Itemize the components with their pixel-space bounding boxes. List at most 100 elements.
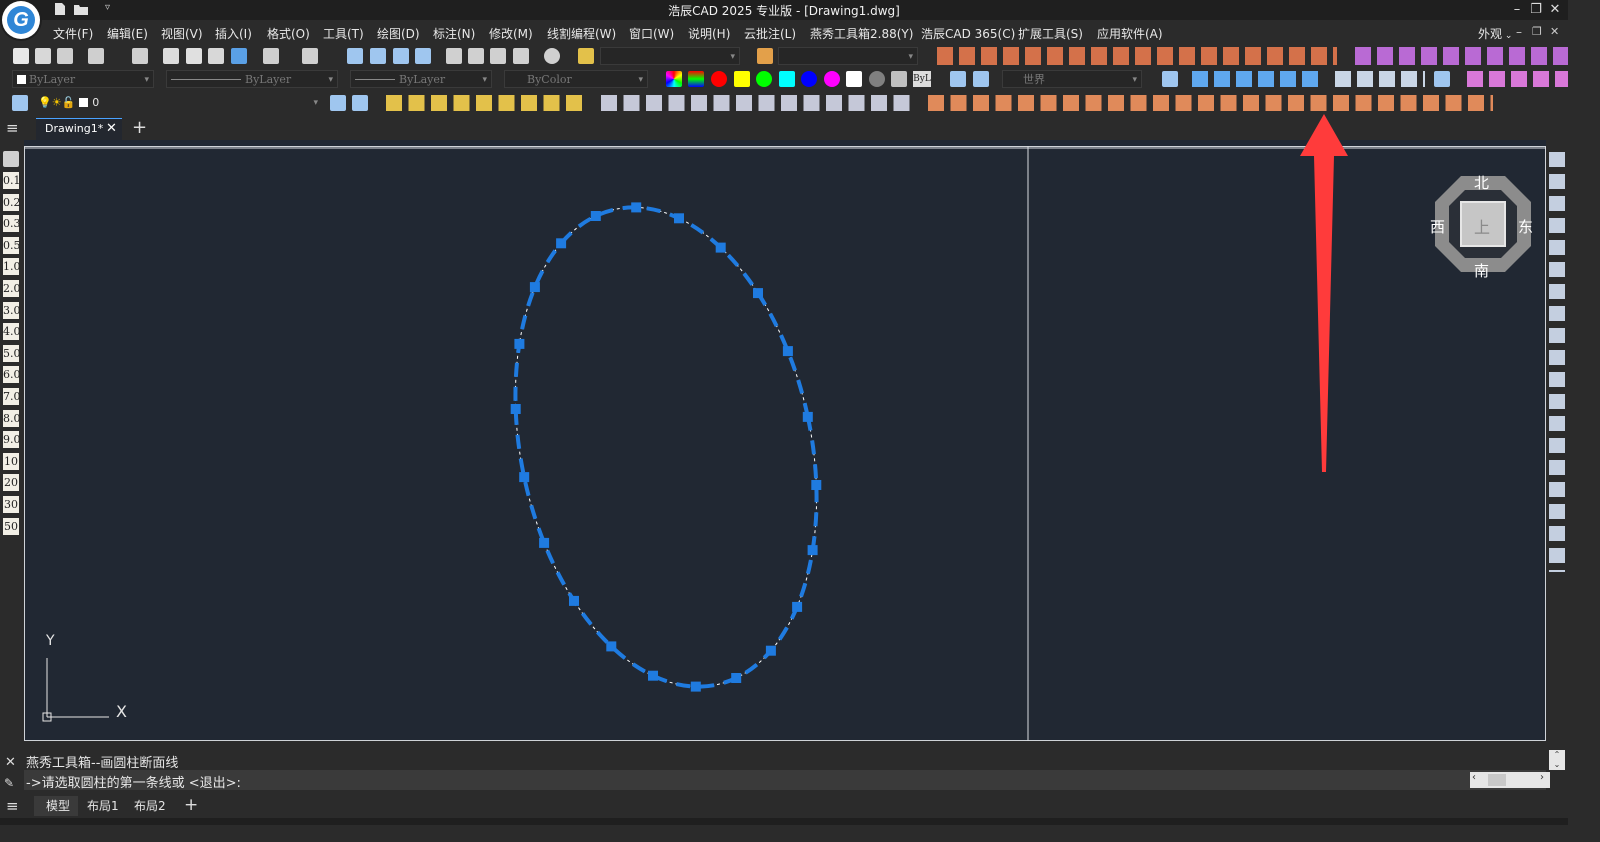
tab-layout1[interactable]: 布局1 xyxy=(87,797,119,814)
scale-button[interactable]: 8.0 xyxy=(3,409,21,427)
print-icon[interactable] xyxy=(88,48,104,64)
close-button[interactable]: ✕ xyxy=(1546,1,1564,19)
help-icon[interactable] xyxy=(544,48,560,64)
restore-button[interactable]: ❐ xyxy=(1527,1,1545,19)
pencil-icon[interactable] xyxy=(3,151,19,167)
viewcube-south[interactable]: 南 xyxy=(1474,260,1489,281)
scale-button[interactable]: 6.0 xyxy=(3,366,21,384)
ucs-icon-button[interactable] xyxy=(950,71,966,87)
color-yellow-swatch[interactable] xyxy=(734,71,750,87)
ucs-combo[interactable]: 世界 ▾ xyxy=(1002,70,1142,88)
text-style-icon[interactable] xyxy=(578,48,594,64)
tab-close-icon[interactable]: ✕ xyxy=(106,121,117,136)
linetype-combo[interactable]: ByLayer ▾ xyxy=(166,70,338,88)
menu-gstarcad-365[interactable]: 浩辰CAD 365(C) xyxy=(921,25,1015,42)
color-magenta-swatch[interactable] xyxy=(824,71,840,87)
grip-point[interactable] xyxy=(792,601,803,612)
layer-previous-icon[interactable] xyxy=(352,95,368,111)
grip-point[interactable] xyxy=(510,404,521,414)
menu-format[interactable]: 格式(O) xyxy=(267,25,310,42)
tab-drawing1[interactable]: Drawing1* ✕ xyxy=(36,118,122,141)
scale-button[interactable]: 7.0 xyxy=(3,388,21,405)
ellipse-selection[interactable] xyxy=(474,179,859,715)
scale-button[interactable]: 9.0 xyxy=(3,431,21,449)
dim-style-combo[interactable]: ▾ xyxy=(778,47,918,65)
yanxiu-tools-strip[interactable] xyxy=(928,95,1493,111)
scale-button[interactable]: 0.2 xyxy=(3,193,21,211)
scale-button[interactable]: 1.0 xyxy=(3,258,21,276)
grip-point[interactable] xyxy=(731,673,742,683)
grip-point[interactable] xyxy=(539,537,550,548)
ucs-origin-icon[interactable] xyxy=(973,71,989,87)
ellipse-outline[interactable] xyxy=(474,179,859,715)
command-vertical-scroll[interactable]: ⌃ ⌄ xyxy=(1549,750,1565,770)
viewcube-west[interactable]: 西 xyxy=(1430,216,1445,237)
grip-point[interactable] xyxy=(514,338,525,349)
layer-manager-icon[interactable] xyxy=(12,95,28,111)
grip-point[interactable] xyxy=(519,472,530,483)
draw-tools-strip[interactable] xyxy=(937,47,1337,65)
copy-icon[interactable] xyxy=(186,48,202,64)
menu-insert[interactable]: 插入(I) xyxy=(215,25,252,42)
grip-point[interactable] xyxy=(753,288,763,299)
color-green-swatch[interactable] xyxy=(756,71,772,87)
app-logo[interactable]: G xyxy=(2,1,40,39)
make-layer-current-icon[interactable] xyxy=(330,95,346,111)
redo-icon[interactable] xyxy=(302,48,318,64)
new-tab-button[interactable]: + xyxy=(132,117,147,138)
menu-modify[interactable]: 修改(M) xyxy=(489,25,533,42)
grip-point[interactable] xyxy=(631,202,642,213)
viewcube-east[interactable]: 东 xyxy=(1518,216,1533,237)
close-command-icon[interactable]: ✕ xyxy=(5,755,16,770)
menu-extend-tools[interactable]: 扩展工具(S) xyxy=(1018,25,1083,42)
scroll-left-icon[interactable]: ‹ xyxy=(1472,772,1476,783)
lineweight-combo[interactable]: ByLayer ▾ xyxy=(350,70,492,88)
scale-button[interactable]: 4.0 xyxy=(3,323,21,341)
camera-icon[interactable] xyxy=(1434,71,1450,87)
grip-point[interactable] xyxy=(648,670,658,681)
open-icon[interactable] xyxy=(35,48,51,64)
undo-icon[interactable] xyxy=(263,48,279,64)
pan-icon[interactable] xyxy=(347,48,363,64)
scale-button[interactable]: 0.3 xyxy=(3,215,21,233)
command-input[interactable] xyxy=(24,770,1546,790)
layer-combo[interactable]: 💡☀🔓 0 ▾ xyxy=(34,94,322,112)
grip-point[interactable] xyxy=(606,641,617,652)
color-combo[interactable]: ByLayer ▾ xyxy=(12,70,154,88)
doc-restore-button[interactable]: ❐ xyxy=(1532,25,1542,38)
scale-button[interactable]: 0.1 xyxy=(3,172,21,189)
menu-view[interactable]: 视图(V) xyxy=(161,25,203,42)
viewcube-face-label[interactable]: 上 xyxy=(1474,214,1490,238)
cut-icon[interactable] xyxy=(163,48,179,64)
grip-point[interactable] xyxy=(590,211,601,221)
color-lightgray-swatch[interactable] xyxy=(891,71,907,87)
command-scrollbar[interactable]: ‹ › xyxy=(1470,772,1550,788)
menu-yanxiu-toolbox[interactable]: 燕秀工具箱2.88(Y) xyxy=(810,25,913,42)
scale-button[interactable]: 3.0 xyxy=(3,301,21,319)
grip-point[interactable] xyxy=(802,411,813,422)
text-edit-strip[interactable] xyxy=(1467,71,1568,87)
doc-close-button[interactable]: ✕ xyxy=(1550,25,1559,38)
grip-point[interactable] xyxy=(765,645,776,656)
menu-cloud-markup[interactable]: 云批注(L) xyxy=(744,25,796,42)
doc-minimize-button[interactable]: – xyxy=(1516,25,1522,39)
grip-point[interactable] xyxy=(690,681,701,692)
grip-point[interactable] xyxy=(674,213,684,224)
scale-button[interactable]: 50 xyxy=(3,517,19,535)
layout-menu-icon[interactable]: ≡ xyxy=(6,797,19,815)
grip-point[interactable] xyxy=(807,545,818,556)
color-blue-swatch[interactable] xyxy=(801,71,817,87)
hamburger-menu-icon[interactable]: ≡ xyxy=(6,119,19,137)
scale-button[interactable]: 30 xyxy=(3,496,19,513)
color-bylayer-button[interactable]: ByL xyxy=(913,71,931,87)
scale-button[interactable]: 2.0 xyxy=(3,280,21,297)
zoom-previous-icon[interactable] xyxy=(415,48,431,64)
design-center-icon[interactable] xyxy=(468,48,484,64)
dimension-tools-strip[interactable] xyxy=(1549,152,1565,572)
match-properties-icon[interactable] xyxy=(231,48,247,64)
workspace-selector[interactable]: 外观 ⌄ xyxy=(1478,25,1512,42)
menu-file[interactable]: 文件(F) xyxy=(53,25,93,42)
color-gray-swatch[interactable] xyxy=(869,71,885,87)
text-style-combo[interactable]: ▾ xyxy=(600,47,740,65)
named-views-icon[interactable] xyxy=(1162,71,1178,87)
